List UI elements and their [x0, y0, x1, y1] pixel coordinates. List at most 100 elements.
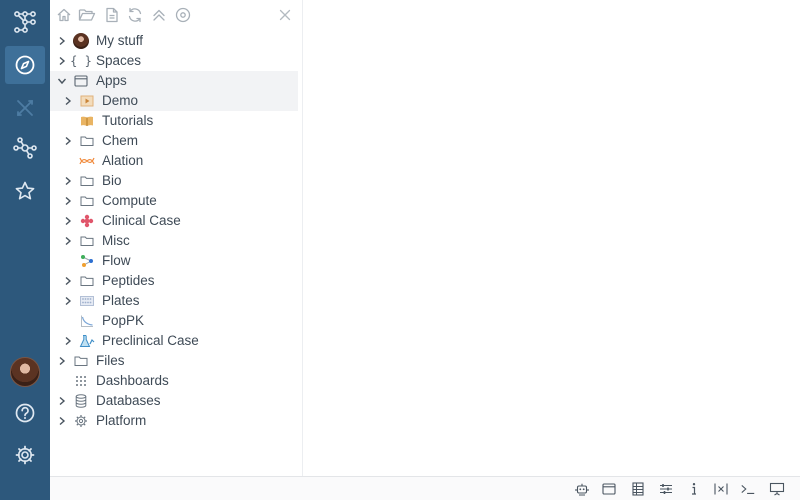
presentation-icon[interactable]: [769, 481, 785, 497]
folder-icon: [79, 234, 95, 248]
folder-icon: [73, 354, 89, 368]
tree-item-misc[interactable]: Misc: [50, 231, 298, 251]
table-view-icon[interactable]: [630, 481, 646, 497]
chevron-right-icon[interactable]: [62, 215, 74, 227]
tree-item-label: Spaces: [96, 53, 142, 68]
tree-item-bio[interactable]: Bio: [50, 171, 298, 191]
tree-item-platform[interactable]: Platform: [50, 411, 298, 431]
chevron-down-icon[interactable]: [56, 75, 68, 87]
braces-icon: { }: [70, 54, 92, 68]
sidebar-rail: [0, 0, 50, 500]
book-icon: [79, 114, 95, 128]
tree-item-label: Preclinical Case: [102, 333, 199, 348]
gear-icon: [73, 414, 89, 428]
user-avatar[interactable]: [10, 357, 40, 387]
tree-item-chem[interactable]: Chem: [50, 131, 298, 151]
flow-icon: [79, 254, 95, 268]
collapse-all-icon[interactable]: [150, 6, 168, 24]
tree-item-label: Clinical Case: [102, 213, 181, 228]
logo-icon[interactable]: [5, 3, 45, 41]
variables-icon[interactable]: [713, 481, 729, 497]
tree-item-label: Bio: [102, 173, 122, 188]
tree-item-label: Apps: [96, 73, 127, 88]
open-folder-icon[interactable]: [78, 6, 96, 24]
chevron-right-icon[interactable]: [62, 135, 74, 147]
clinical-icon: [79, 214, 95, 228]
demo-icon: [79, 94, 95, 108]
help-icon[interactable]: [5, 394, 45, 432]
tree-item-label: Files: [96, 353, 125, 368]
tree-item-label: Chem: [102, 133, 139, 148]
tree-item-clinical-case[interactable]: Clinical Case: [50, 211, 298, 231]
chevron-right-icon[interactable]: [56, 35, 68, 47]
folder-icon: [79, 174, 95, 188]
network-icon[interactable]: [5, 129, 45, 167]
workspace-area[interactable]: [304, 0, 800, 476]
tree-item-label: PopPK: [102, 313, 145, 328]
chevron-right-icon[interactable]: [56, 355, 68, 367]
folder-icon: [79, 134, 95, 148]
tree-item-label: Tutorials: [102, 113, 154, 128]
tree-item-plates[interactable]: Plates: [50, 291, 298, 311]
poppk-icon: [79, 314, 95, 328]
chevron-right-icon[interactable]: [56, 415, 68, 427]
panel-toolbar: [50, 0, 303, 30]
file-tree: My stuff { } Spaces Apps Demo Tutorials: [50, 31, 298, 431]
chevron-right-icon[interactable]: [62, 195, 74, 207]
tree-item-spaces[interactable]: { } Spaces: [50, 51, 298, 71]
tree-item-poppk[interactable]: PopPK: [50, 311, 298, 331]
tree-item-label: Dashboards: [96, 373, 169, 388]
tree-item-label: Demo: [102, 93, 139, 108]
plates-icon: [79, 294, 95, 308]
tree-item-compute[interactable]: Compute: [50, 191, 298, 211]
tree-item-apps[interactable]: Apps: [50, 71, 298, 91]
robot-icon[interactable]: [574, 481, 590, 497]
folder-icon: [79, 274, 95, 288]
browse-panel: My stuff { } Spaces Apps Demo Tutorials: [50, 0, 303, 476]
alation-icon: [79, 154, 95, 168]
chevron-right-icon[interactable]: [62, 275, 74, 287]
tree-item-label: Alation: [102, 153, 144, 168]
tree-item-peptides[interactable]: Peptides: [50, 271, 298, 291]
browse-icon[interactable]: [5, 46, 45, 84]
tree-item-tutorials[interactable]: Tutorials: [50, 111, 298, 131]
tree-item-my-stuff[interactable]: My stuff: [50, 31, 298, 51]
window-icon: [73, 74, 89, 88]
status-bar: [50, 476, 800, 500]
tree-item-flow[interactable]: Flow: [50, 251, 298, 271]
tree-item-preclinical-case[interactable]: Preclinical Case: [50, 331, 298, 351]
favorites-star-icon[interactable]: [5, 172, 45, 210]
tree-item-dashboards[interactable]: Dashboards: [50, 371, 298, 391]
window-icon[interactable]: [601, 481, 617, 497]
tree-item-label: Flow: [102, 253, 131, 268]
tree-item-label: Databases: [96, 393, 161, 408]
tree-item-files[interactable]: Files: [50, 351, 298, 371]
home-icon[interactable]: [55, 6, 73, 24]
chevron-right-icon[interactable]: [62, 295, 74, 307]
filters-icon[interactable]: [658, 481, 674, 497]
chevron-right-icon[interactable]: [62, 175, 74, 187]
file-icon[interactable]: [103, 6, 121, 24]
tree-item-label: Plates: [102, 293, 140, 308]
info-icon[interactable]: [686, 481, 702, 497]
sync-icon[interactable]: [174, 6, 192, 24]
chevron-right-icon[interactable]: [56, 55, 68, 67]
tree-item-label: My stuff: [96, 33, 144, 48]
user-avatar-icon: [73, 33, 89, 49]
flask-icon: [79, 334, 95, 348]
tree-item-alation[interactable]: Alation: [50, 151, 298, 171]
chevron-right-icon[interactable]: [62, 335, 74, 347]
tree-item-demo[interactable]: Demo: [50, 91, 298, 111]
folder-icon: [79, 194, 95, 208]
refresh-icon[interactable]: [126, 6, 144, 24]
chevron-right-icon[interactable]: [62, 95, 74, 107]
tools-icon[interactable]: [5, 89, 45, 127]
tree-item-databases[interactable]: Databases: [50, 391, 298, 411]
database-icon: [73, 394, 89, 408]
settings-gear-icon[interactable]: [5, 436, 45, 474]
chevron-right-icon[interactable]: [62, 235, 74, 247]
tree-item-label: Compute: [102, 193, 157, 208]
close-icon[interactable]: [276, 6, 294, 24]
chevron-right-icon[interactable]: [56, 395, 68, 407]
console-icon[interactable]: [740, 481, 756, 497]
